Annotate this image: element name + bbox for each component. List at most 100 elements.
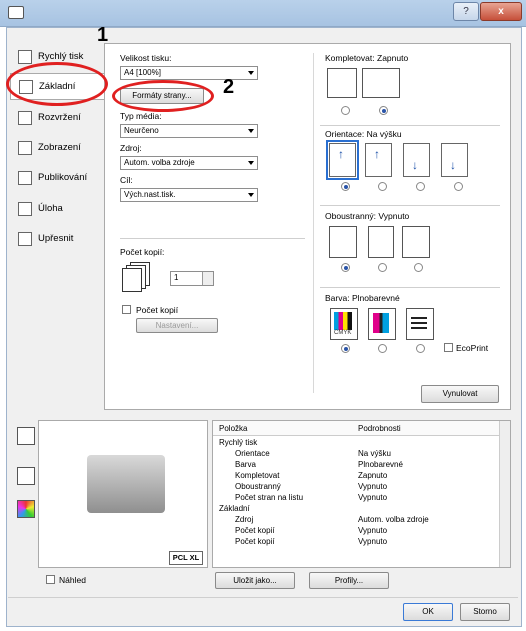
tab-6[interactable]: Úloha	[10, 195, 104, 222]
collate-on-icon	[362, 68, 400, 98]
preview-checkbox[interactable]	[46, 575, 55, 584]
color-full-radio[interactable]	[341, 344, 350, 353]
save-as-button[interactable]: Uložit jako...	[215, 572, 295, 589]
table-row: Základní	[213, 504, 499, 515]
copies-icon	[122, 262, 152, 292]
stepper-icon[interactable]	[202, 272, 213, 285]
row-item: Zdroj	[235, 515, 254, 524]
divider	[8, 597, 518, 598]
duplex-short-edge-icon	[402, 226, 430, 258]
grid-header: Položka Podrobnosti	[213, 421, 499, 436]
color-gray-icon[interactable]	[406, 308, 434, 340]
tab-4[interactable]: Zobrazení	[10, 134, 104, 161]
close-button[interactable]: x	[480, 2, 522, 21]
reset-button[interactable]: Vynulovat	[421, 385, 499, 403]
divider	[120, 238, 305, 239]
row-value: Plnobarevné	[358, 460, 403, 469]
printer-badge: PCL XL	[169, 551, 203, 565]
cmyk-text: CMYK	[334, 330, 352, 336]
table-row: Oboustranný Vypnuto	[213, 482, 499, 493]
row-item: Kompletovat	[235, 471, 280, 480]
ecoprint-label: EcoPrint	[456, 343, 489, 353]
table-row: Kompletovat Zapnuto	[213, 471, 499, 482]
orientation-radio-4[interactable]	[454, 182, 463, 191]
tab-label: Rozvržení	[38, 112, 81, 123]
arrow-up-icon: ↑	[374, 147, 380, 161]
copies-checkbox[interactable]	[122, 305, 131, 314]
table-row: Barva Plnobarevné	[213, 460, 499, 471]
table-row: Orientace Na výšku	[213, 449, 499, 460]
profiles-button[interactable]: Profily...	[309, 572, 389, 589]
table-row: Rychlý tisk	[213, 438, 499, 449]
landscape-rotated-icon[interactable]: ↓	[441, 143, 468, 177]
settings-button[interactable]: Nastavení...	[136, 318, 218, 333]
collate-on-radio[interactable]	[379, 106, 388, 115]
duplex-long-edge-icon	[368, 226, 394, 258]
tab-icon	[18, 110, 32, 125]
duplex-short-radio[interactable]	[414, 263, 423, 272]
chevron-down-icon	[248, 193, 254, 197]
orientation-radio-1[interactable]	[341, 182, 350, 191]
cancel-button[interactable]: Storno	[460, 603, 510, 621]
duplex-label: Oboustranný: Vypnuto	[325, 211, 410, 221]
orientation-radio-2[interactable]	[378, 182, 387, 191]
tab-icon	[18, 49, 32, 64]
row-value: Zapnuto	[358, 471, 388, 480]
tab-label: Zobrazení	[38, 142, 81, 153]
color-full-icon[interactable]: CMYK	[330, 308, 358, 340]
table-row: Zdroj Autom. volba zdroje	[213, 515, 499, 526]
color-mono-icon[interactable]	[368, 308, 396, 340]
printer-side-icon[interactable]	[17, 427, 35, 445]
button-highlight-ring	[112, 80, 214, 112]
chevron-down-icon	[248, 129, 254, 133]
divider	[320, 287, 500, 288]
table-row: Počet kopií Vypnuto	[213, 526, 499, 537]
help-button[interactable]: ?	[453, 2, 479, 21]
print-size-select[interactable]: A4 [100%]	[120, 66, 258, 80]
preview-label: Náhled	[59, 575, 86, 585]
media-type-select[interactable]: Neurčeno	[120, 124, 258, 138]
color-side-icon[interactable]	[17, 500, 35, 518]
destination-select[interactable]: Vých.nast.tisk.	[120, 188, 258, 202]
tab-5[interactable]: Publikování	[10, 164, 104, 191]
copies-label: Počet kopií:	[120, 247, 165, 257]
ok-button[interactable]: OK	[403, 603, 453, 621]
landscape-icon[interactable]: ↑	[365, 143, 392, 177]
orientation-radio-3[interactable]	[416, 182, 425, 191]
scrollbar[interactable]	[499, 421, 510, 567]
copies-input[interactable]: 1	[170, 271, 214, 286]
color-gray-radio[interactable]	[416, 344, 425, 353]
duplex-off-icon	[329, 226, 357, 258]
tab-icon	[18, 170, 32, 185]
tab-3[interactable]: Rozvržení	[10, 104, 104, 131]
tab-icon	[18, 201, 32, 216]
color-mono-radio[interactable]	[378, 344, 387, 353]
column-header-item: Položka	[219, 424, 248, 433]
tab-icon	[18, 231, 32, 246]
row-item: Počet kopií	[235, 537, 275, 546]
color-label: Barva: Plnobarevné	[325, 293, 400, 303]
table-row: Počet kopií Vypnuto	[213, 537, 499, 548]
arrow-down-icon: ↓	[412, 158, 418, 172]
row-item: Barva	[235, 460, 256, 469]
callout-2: 2	[223, 76, 235, 98]
document-side-icon[interactable]	[17, 467, 35, 485]
printer-app-icon	[8, 6, 24, 19]
details-grid[interactable]: Položka Podrobnosti Rychlý tisk Orientace…	[212, 420, 511, 568]
portrait-rotated-icon[interactable]: ↓	[403, 143, 430, 177]
right-divider	[313, 53, 314, 393]
tab-label: Rychlý tisk	[38, 51, 84, 62]
duplex-long-radio[interactable]	[378, 263, 387, 272]
arrow-down-icon: ↓	[450, 158, 456, 172]
source-select[interactable]: Autom. volba zdroje	[120, 156, 258, 170]
duplex-off-radio[interactable]	[341, 263, 350, 272]
copies-value: 1	[174, 273, 179, 282]
tab-7[interactable]: Upřesnit	[10, 225, 104, 252]
arrow-up-icon: ↑	[338, 147, 344, 161]
ecoprint-checkbox[interactable]	[444, 343, 453, 352]
portrait-icon[interactable]: ↑	[326, 140, 359, 180]
row-value: Vypnuto	[358, 526, 388, 535]
table-row: Počet stran na listu Vypnuto	[213, 493, 499, 504]
collate-off-icon	[327, 68, 357, 98]
collate-off-radio[interactable]	[341, 106, 350, 115]
